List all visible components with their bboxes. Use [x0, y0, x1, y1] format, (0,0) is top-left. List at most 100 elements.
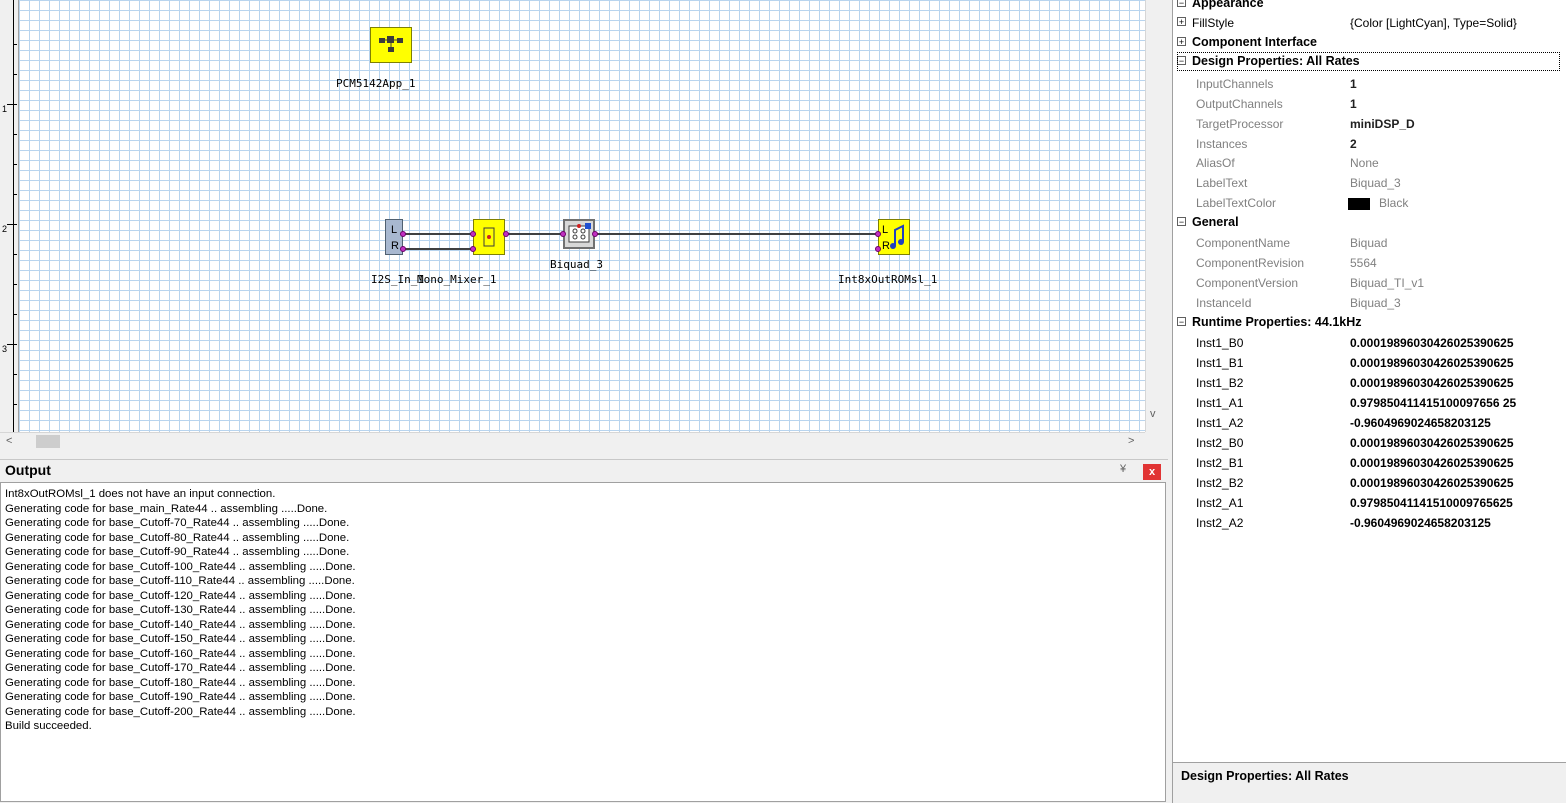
out-in-pin-l[interactable]	[875, 231, 881, 237]
i2s-pin-label-l: L	[391, 224, 398, 236]
canvas-vertical-scrollbar[interactable]: v	[1145, 0, 1163, 432]
category-label: Component Interface	[1192, 35, 1318, 49]
property-name: LabelTextColor	[1196, 196, 1277, 210]
scroll-right-arrow-icon[interactable]: >	[1128, 433, 1134, 450]
ruler-label: 1	[2, 104, 8, 114]
property-row[interactable]: AliasOf None	[1173, 153, 1566, 173]
property-value[interactable]: 0.97985041141510009765625	[1350, 496, 1513, 510]
property-row-fillstyle[interactable]: + FillStyle {Color [LightCyan], Type=Sol…	[1173, 13, 1566, 33]
out-in-pin-r[interactable]	[875, 246, 881, 252]
property-row[interactable]: Inst1_A1 0.979850411415100097656 25	[1173, 393, 1566, 413]
scroll-down-arrow-icon[interactable]: v	[1150, 406, 1156, 423]
i2s-out-pin-l[interactable]	[400, 231, 406, 237]
category-appearance[interactable]: − Appearance	[1173, 0, 1566, 14]
output-log[interactable]: Int8xOutROMsl_1 does not have an input c…	[0, 482, 1166, 802]
auto-hide-pin-icon[interactable]: ¥	[1120, 463, 1126, 475]
wire-mixer-to-biquad[interactable]	[508, 233, 564, 235]
property-value[interactable]: 0.00019896030426025390625	[1350, 456, 1514, 470]
pcm5142-app-component[interactable]	[370, 27, 412, 63]
property-row[interactable]: Inst2_A2 -0.9604969024658203125	[1173, 513, 1566, 533]
property-value[interactable]: 0.979850411415100097656 25	[1350, 396, 1516, 410]
property-row[interactable]: LabelTextColor Black	[1173, 193, 1566, 213]
property-value[interactable]: {Color [LightCyan], Type=Solid}	[1350, 16, 1517, 30]
property-row[interactable]: InputChannels 1	[1173, 74, 1566, 94]
property-value[interactable]: Biquad_3	[1350, 176, 1401, 190]
biquad-out-pin[interactable]	[592, 231, 598, 237]
property-row[interactable]: Inst1_B1 0.00019896030426025390625	[1173, 353, 1566, 373]
biquad-filter-icon	[568, 223, 591, 243]
property-name: ComponentRevision	[1196, 256, 1305, 270]
output-panel-title: Output	[5, 462, 51, 478]
design-canvas[interactable]: PCM5142App_1 L R I2S_In_1 Mono_Mixer_1 B…	[19, 0, 1145, 432]
property-value[interactable]: -0.9604969024658203125	[1350, 516, 1491, 530]
property-value[interactable]: 0.00019896030426025390625	[1350, 376, 1514, 390]
category-label: Appearance	[1192, 0, 1264, 10]
property-row[interactable]: Inst2_B1 0.00019896030426025390625	[1173, 453, 1566, 473]
property-value[interactable]: 1	[1350, 77, 1357, 91]
property-row[interactable]: Inst1_B2 0.00019896030426025390625	[1173, 373, 1566, 393]
collapse-icon[interactable]: −	[1177, 217, 1186, 227]
biquad-in-pin[interactable]	[560, 231, 566, 237]
property-value[interactable]: Black	[1379, 196, 1408, 210]
property-name: Inst1_B0	[1196, 336, 1244, 350]
ruler-tick	[13, 314, 17, 315]
horizontal-scroll-thumb[interactable]	[36, 435, 60, 448]
category-general[interactable]: − General	[1173, 213, 1566, 233]
ruler-tick	[13, 74, 17, 75]
property-name: ComponentName	[1196, 236, 1291, 250]
property-value[interactable]: 2	[1350, 137, 1357, 151]
property-row[interactable]: TargetProcessor miniDSP_D	[1173, 114, 1566, 134]
expand-icon[interactable]: +	[1177, 37, 1186, 47]
collapse-icon[interactable]: −	[1177, 317, 1186, 327]
property-value[interactable]: Biquad_TI_v1	[1350, 276, 1424, 290]
mixer-in-pin-1[interactable]	[470, 231, 476, 237]
property-row[interactable]: ComponentVersion Biquad_TI_v1	[1173, 273, 1566, 293]
mixer-in-pin-2[interactable]	[470, 246, 476, 252]
property-value[interactable]: -0.9604969024658203125	[1350, 416, 1491, 430]
property-value[interactable]: 5564	[1350, 256, 1377, 270]
property-value[interactable]: Biquad	[1350, 236, 1387, 250]
output-line: Generating code for base_Cutoff-140_Rate…	[5, 618, 356, 631]
expand-icon[interactable]: +	[1177, 17, 1186, 27]
canvas-horizontal-scrollbar[interactable]: < >	[0, 432, 1145, 450]
property-row[interactable]: Inst1_B0 0.00019896030426025390625	[1173, 333, 1566, 353]
property-value[interactable]: 0.00019896030426025390625	[1350, 356, 1514, 370]
property-row[interactable]: OutputChannels 1	[1173, 94, 1566, 114]
output-line: Generating code for base_Cutoff-80_Rate4…	[5, 531, 350, 544]
scroll-left-arrow-icon[interactable]: <	[6, 433, 12, 450]
property-value[interactable]: None	[1350, 156, 1379, 170]
biquad-component[interactable]	[563, 219, 595, 249]
category-component-interface[interactable]: + Component Interface	[1173, 33, 1566, 53]
property-row[interactable]: ComponentName Biquad	[1173, 233, 1566, 253]
property-name: Instances	[1196, 137, 1248, 151]
property-value[interactable]: 0.00019896030426025390625	[1350, 436, 1514, 450]
property-row[interactable]: Inst1_A2 -0.9604969024658203125	[1173, 413, 1566, 433]
property-row[interactable]: Inst2_A1 0.97985041141510009765625	[1173, 493, 1566, 513]
category-runtime-properties[interactable]: − Runtime Properties: 44.1kHz	[1173, 313, 1566, 333]
output-close-button[interactable]: x	[1143, 464, 1161, 480]
ruler-label: 3	[2, 344, 8, 354]
int8x-out-component[interactable]: L R	[878, 219, 910, 255]
property-row[interactable]: Inst2_B2 0.00019896030426025390625	[1173, 473, 1566, 493]
property-row[interactable]: Inst2_B0 0.00019896030426025390625	[1173, 433, 1566, 453]
property-row[interactable]: LabelText Biquad_3	[1173, 173, 1566, 193]
i2s-out-pin-r[interactable]	[400, 246, 406, 252]
property-row[interactable]: ComponentRevision 5564	[1173, 253, 1566, 273]
mixer-out-pin[interactable]	[503, 231, 509, 237]
property-value[interactable]: 0.00019896030426025390625	[1350, 336, 1514, 350]
output-line: Generating code for base_Cutoff-180_Rate…	[5, 676, 356, 689]
collapse-icon[interactable]: −	[1177, 0, 1186, 8]
mono-mixer-component[interactable]	[473, 219, 505, 255]
properties-grid[interactable]: − Appearance + FillStyle {Color [LightCy…	[1172, 0, 1566, 762]
property-row[interactable]: InstanceId Biquad_3	[1173, 293, 1566, 313]
property-value[interactable]: miniDSP_D	[1350, 117, 1415, 131]
output-line: Generating code for base_Cutoff-190_Rate…	[5, 691, 356, 703]
wire-right-to-mixer[interactable]	[403, 248, 473, 250]
property-row[interactable]: Instances 2	[1173, 134, 1566, 154]
property-value[interactable]: 0.00019896030426025390625	[1350, 476, 1514, 490]
property-name: AliasOf	[1196, 156, 1235, 170]
wire-left-to-mixer[interactable]	[403, 233, 473, 235]
wire-biquad-to-output[interactable]	[593, 233, 883, 235]
property-value[interactable]: Biquad_3	[1350, 296, 1401, 310]
property-value[interactable]: 1	[1350, 97, 1357, 111]
